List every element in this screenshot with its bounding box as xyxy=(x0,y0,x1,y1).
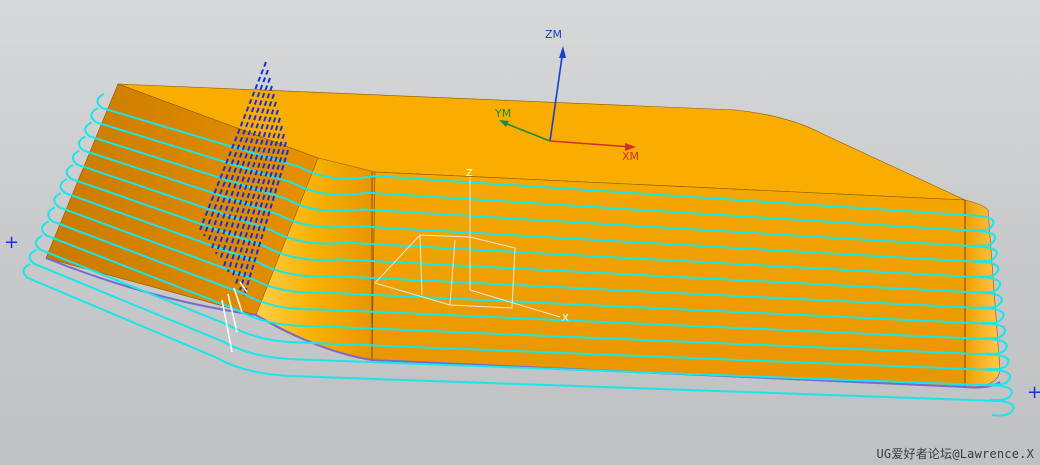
zm-arrowhead xyxy=(559,46,566,58)
zm-label: ZM xyxy=(545,28,562,41)
xm-label: XM xyxy=(622,150,639,163)
marker-left: + xyxy=(4,232,19,253)
watermark: UG爱好者论坛@Lawrence.X xyxy=(876,447,1034,461)
model-scene[interactable]: Z X ZM YM XM + + xyxy=(0,0,1040,465)
graphics-viewport[interactable]: Z X ZM YM XM + + UG爱好者论坛@Lawrence.X xyxy=(0,0,1040,465)
marker-right: + xyxy=(1027,382,1040,403)
ym-label: YM xyxy=(494,107,511,120)
wcs-x-label: X xyxy=(562,313,569,324)
wcs-z-label: Z xyxy=(466,168,473,179)
front-face[interactable] xyxy=(371,171,966,388)
